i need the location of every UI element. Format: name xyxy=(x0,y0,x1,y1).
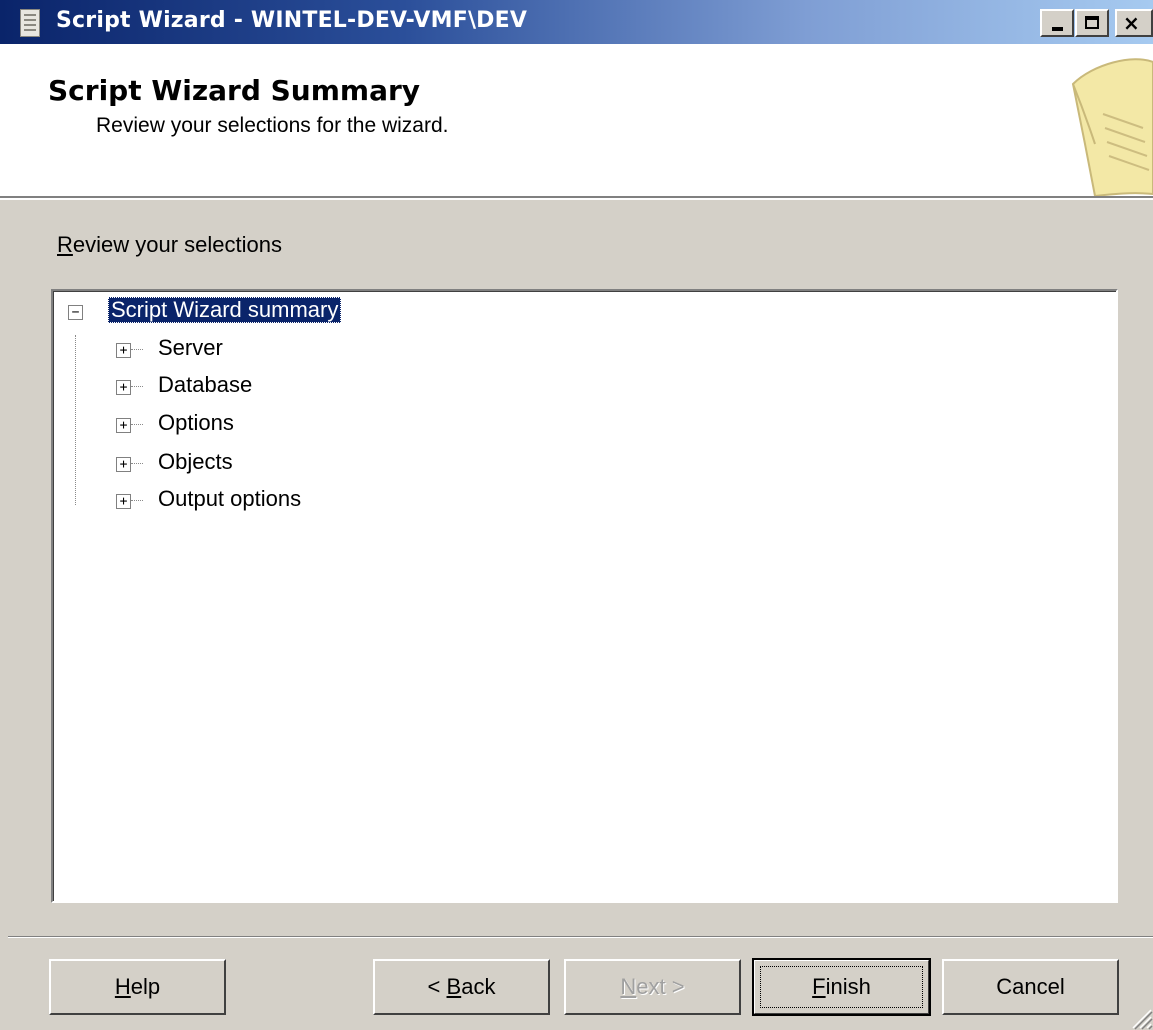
maximize-button[interactable] xyxy=(1075,9,1109,37)
back-button[interactable]: < Back xyxy=(373,959,550,1015)
minimize-button[interactable] xyxy=(1040,9,1074,37)
tree-node-label[interactable]: Options xyxy=(158,410,234,436)
next-button[interactable]: Next > xyxy=(564,959,741,1015)
tree-node-options[interactable]: + Options xyxy=(116,410,416,440)
tree-node-root[interactable]: − Script Wizard summary xyxy=(68,297,388,327)
resize-grip-icon[interactable] xyxy=(1127,1004,1153,1030)
expand-icon[interactable]: + xyxy=(116,380,131,395)
scroll-icon xyxy=(1071,58,1153,196)
tree-node-label[interactable]: Database xyxy=(158,372,252,398)
title-bar[interactable]: Script Wizard - WINTEL-DEV-VMF\DEV × xyxy=(0,0,1153,44)
finish-button[interactable]: Finish xyxy=(752,958,931,1016)
expand-icon[interactable]: + xyxy=(116,457,131,472)
maximize-icon xyxy=(1085,16,1099,29)
window-title: Script Wizard - WINTEL-DEV-VMF\DEV xyxy=(56,8,528,33)
minimize-icon xyxy=(1052,27,1063,31)
tree-node-server[interactable]: + Server xyxy=(116,335,416,365)
tree-node-objects[interactable]: + Objects xyxy=(116,449,416,479)
tree-connector-line xyxy=(75,335,76,505)
page-title: Script Wizard Summary xyxy=(48,74,421,107)
review-selections-label: Review your selections xyxy=(57,232,282,257)
expand-icon[interactable]: + xyxy=(116,343,131,358)
page-subtitle: Review your selections for the wizard. xyxy=(96,114,449,137)
help-button[interactable]: Help xyxy=(49,959,226,1015)
focus-rectangle xyxy=(760,966,923,1008)
tree-node-label[interactable]: Output options xyxy=(158,486,301,512)
tree-node-label[interactable]: Objects xyxy=(158,449,233,475)
wizard-header: Script Wizard Summary Review your select… xyxy=(0,44,1153,198)
tree-node-database[interactable]: + Database xyxy=(116,372,416,402)
expand-icon[interactable]: + xyxy=(116,418,131,433)
tree-node-output-options[interactable]: + Output options xyxy=(116,486,416,516)
cancel-button[interactable]: Cancel xyxy=(942,959,1119,1015)
close-button[interactable]: × xyxy=(1115,9,1153,37)
collapse-icon[interactable]: − xyxy=(68,305,83,320)
app-icon xyxy=(20,9,40,37)
expand-icon[interactable]: + xyxy=(116,494,131,509)
tree-node-label[interactable]: Server xyxy=(158,335,223,361)
tree-node-label[interactable]: Script Wizard summary xyxy=(108,297,342,323)
close-icon: × xyxy=(1123,11,1140,35)
footer-separator xyxy=(8,936,1153,938)
